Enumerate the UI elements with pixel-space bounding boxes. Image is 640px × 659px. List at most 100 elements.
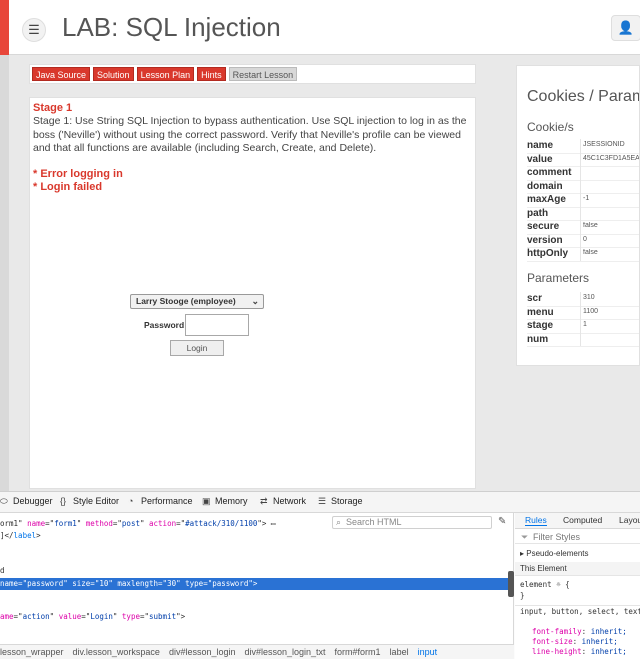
tab-network[interactable]: ⇄ Network	[260, 496, 306, 507]
cookie-key: maxAge	[527, 194, 566, 205]
tab-computed[interactable]: Computed	[563, 515, 602, 525]
tab-label: Debugger	[13, 496, 53, 506]
breadcrumb-item[interactable]: input	[418, 645, 438, 659]
divider	[527, 346, 639, 347]
selected-code-line[interactable]: name="password" size="10" maxlength="30"…	[0, 578, 508, 590]
css-property-value: inherit;	[590, 647, 627, 656]
parameter-row: num	[527, 332, 639, 347]
lesson-plan-button[interactable]: Lesson Plan	[136, 67, 195, 81]
cookie-key: domain	[527, 180, 563, 192]
employee-select[interactable]: Larry Stooge (employee) ⌄	[130, 294, 264, 309]
network-icon: ⇄	[260, 496, 268, 506]
tab-performance[interactable]: ◔ Performance	[128, 496, 193, 506]
code-token: action	[22, 612, 50, 621]
filter-styles-input[interactable]: ⏷ Filter Styles	[515, 530, 640, 544]
divider	[527, 260, 639, 262]
lesson-toolbar: Java Source Solution Lesson Plan Hints R…	[29, 64, 476, 84]
tab-label: Performance	[141, 496, 193, 506]
filter-icon: ⏷	[521, 532, 529, 542]
cookie-key: httpOnly	[527, 248, 569, 259]
parameter-key: num	[527, 333, 549, 345]
css-property[interactable]: line-height: inherit;	[532, 647, 627, 657]
user-icon[interactable]: 👤	[611, 15, 640, 41]
parameter-row: stage 1	[527, 319, 639, 334]
divider	[580, 139, 581, 153]
stage-description: Stage 1: Use String SQL Injection to byp…	[33, 115, 467, 154]
breadcrumb-item[interactable]: form#form1	[335, 645, 381, 659]
solution-button[interactable]: Solution	[93, 67, 134, 81]
cookie-key: value	[527, 153, 553, 165]
breadcrumb-item[interactable]: div.lesson_workspace	[73, 645, 160, 659]
hints-button[interactable]: Hints	[197, 67, 226, 81]
scrollbar[interactable]	[508, 571, 514, 597]
breadcrumb-item[interactable]: div#lesson_login	[169, 645, 236, 659]
rules-tabs: Rules Computed Layout	[515, 513, 640, 529]
tab-storage[interactable]: ☰ Storage	[318, 496, 363, 507]
code-token: submit	[149, 612, 177, 621]
code-line[interactable]: d	[0, 565, 508, 577]
hamburger-icon[interactable]: ☰	[22, 18, 46, 42]
css-colon: :	[572, 637, 582, 646]
rules-panel: Rules Computed Layout ⏷ Filter Styles ▸ …	[515, 513, 640, 659]
divider	[580, 247, 581, 261]
css-property-name: font-family	[532, 627, 582, 636]
performance-icon: ◔	[128, 496, 134, 506]
tab-style-editor[interactable]: {} Style Editor	[60, 496, 119, 506]
chevron-down-icon: ⌄	[251, 296, 259, 306]
cookie-row: domain	[527, 179, 639, 194]
code-token: "> ▭	[257, 519, 276, 528]
css-property-name: font-size	[532, 637, 573, 646]
breadcrumb-item[interactable]: label	[390, 645, 409, 659]
cookie-row: maxAge -1	[527, 193, 639, 208]
tab-debugger[interactable]: ⬭ Debugger	[0, 496, 53, 507]
cookie-row: name JSESSIONID	[527, 139, 639, 154]
password-field[interactable]	[185, 314, 249, 336]
code-token: d	[0, 566, 5, 575]
tab-layout[interactable]: Layout	[619, 515, 640, 525]
cookie-row: secure false	[527, 220, 639, 235]
css-property[interactable]: font-size: inherit;	[532, 637, 618, 647]
devtools-tabs: ⬭ Debugger {} Style Editor ◔ Performance ▣ Memo…	[0, 492, 640, 513]
code-line[interactable]: ame="action" value="Login" type="submit"…	[0, 611, 508, 623]
breadcrumb-item[interactable]: lesson_wrapper	[0, 645, 64, 659]
cookie-row: value 45C1C3FD1A5EA	[527, 152, 640, 167]
top-header: ☰ LAB: SQL Injection 👤	[0, 0, 640, 55]
restart-lesson-button[interactable]: Restart Lesson	[228, 67, 298, 81]
css-property-name: line-height	[532, 647, 582, 656]
password-label: Password	[144, 320, 185, 330]
java-source-button[interactable]: Java Source	[32, 67, 91, 81]
tab-label: Storage	[331, 496, 363, 506]
cookie-value: 0	[583, 235, 587, 243]
style-editor-icon: {}	[60, 496, 67, 506]
cookie-value: false	[583, 222, 598, 229]
css-property[interactable]: font-family: inherit;	[532, 627, 627, 637]
code-token: ="	[176, 519, 186, 528]
cookies-panel-title: Cookies / Parameters	[527, 88, 639, 105]
code-token: ">	[176, 612, 186, 621]
left-gutter	[0, 55, 9, 491]
tab-memory[interactable]: ▣ Memory	[202, 496, 248, 507]
memory-icon: ▣	[202, 496, 211, 506]
code-token: name	[27, 519, 46, 528]
cookie-value: 45C1C3FD1A5EA	[583, 154, 640, 162]
parameter-value: 1100	[583, 307, 599, 315]
divider	[580, 220, 581, 234]
error-message: * Error logging in	[33, 168, 123, 180]
code-token: type	[121, 612, 140, 621]
inherited-selector: input, button, select, textarea ☼ {	[515, 605, 640, 617]
breadcrumb-item[interactable]: div#lesson_login_txt	[244, 645, 325, 659]
code-token: ="	[81, 612, 91, 621]
code-token: "	[76, 519, 86, 528]
css-colon: :	[581, 627, 591, 636]
divider	[580, 152, 581, 167]
this-element-header: This Element	[515, 562, 640, 576]
login-button[interactable]: Login	[170, 340, 224, 356]
element-rule-close: }	[520, 591, 525, 600]
lesson-content: Stage 1 Stage 1: Use String SQL Injectio…	[29, 97, 476, 489]
tab-rules[interactable]: Rules	[525, 515, 547, 526]
pseudo-elements-toggle[interactable]: ▸ Pseudo-elements	[515, 547, 640, 561]
code-line[interactable]: orm1" name="form1" method="post" action=…	[0, 518, 508, 530]
debugger-icon: ⬭	[0, 496, 8, 506]
code-line[interactable]: ]</label>	[0, 530, 508, 542]
cookie-key: name	[527, 140, 554, 151]
